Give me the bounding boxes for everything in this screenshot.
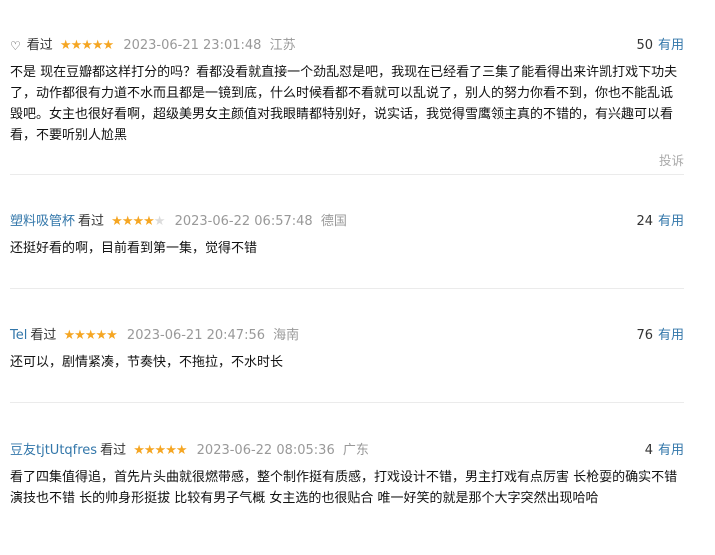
review-time: 2023-06-22 08:05:36 [196,443,335,458]
star-filled-icon: ★ [143,443,156,458]
star-filled-icon: ★ [106,328,118,343]
useful-button[interactable]: 有用 [658,214,684,229]
star-filled-icon: ★ [102,38,115,53]
star-filled-icon: ★ [81,38,93,53]
watch-status: 看过 [100,443,127,458]
rating-stars: ★★★★★ [111,214,166,229]
star-filled-icon: ★ [111,214,123,229]
star-filled-icon: ★ [121,214,134,229]
rating-stars: ★★★★★ [133,443,188,458]
vote-area: 24 有用 [636,210,684,234]
report-button[interactable]: 投诉 [659,153,684,168]
username-link[interactable]: 豆友tjtUtqfres [10,443,97,458]
review-location: 海南 [273,328,300,343]
review-item: 塑料吸管杯 看过 ★★★★★ 2023-06-22 06:57:48 德国 24 有… [10,210,684,289]
watch-status: 看过 [26,38,53,53]
review-meta: 豆友tjtUtqfres 看过 ★★★★★ 2023-06-22 08:05:36… [10,439,684,463]
star-filled-icon: ★ [133,443,145,458]
vote-count: 4 [644,443,653,458]
review-content: 看了四集值得追，首先片头曲就很燃带感，整个制作挺有质感，打戏设计不错，男主打戏有… [10,470,678,506]
report-row: 投诉 [10,148,684,172]
review-time: 2023-06-21 20:47:56 [126,328,265,343]
review-item: 豆友tjtUtqfres 看过 ★★★★★ 2023-06-22 08:05:36… [10,439,684,555]
username-link[interactable]: 塑料吸管杯 [10,214,75,229]
review-meta: 塑料吸管杯 看过 ★★★★★ 2023-06-22 06:57:48 德国 24 有… [10,210,684,234]
star-filled-icon: ★ [59,38,72,53]
star-filled-icon: ★ [91,38,104,53]
review-content: 还挺好看的啊，目前看到第一集，觉得不错 [10,241,258,256]
review-time: 2023-06-21 23:01:48 [123,38,262,53]
star-filled-icon: ★ [70,38,83,53]
heart-outline-icon: ♡ [10,39,21,53]
useful-button[interactable]: 有用 [658,328,684,343]
star-filled-icon: ★ [132,214,144,229]
star-filled-icon: ★ [63,328,76,343]
vote-area: 4 有用 [645,439,684,463]
review-item: ♡ 看过 ★★★★★ 2023-06-21 23:01:48 江苏 50 有用 不是… [10,34,684,175]
review-item: Tel 看过 ★★★★★ 2023-06-21 20:47:56 海南 76 有用 … [10,324,684,403]
star-empty-icon: ★ [153,214,166,229]
vote-count: 24 [636,214,653,229]
star-filled-icon: ★ [165,443,177,458]
review-time: 2023-06-22 06:57:48 [174,214,313,229]
useful-button[interactable]: 有用 [658,443,684,458]
star-filled-icon: ★ [154,443,167,458]
vote-area: 50 有用 [636,34,684,58]
rating-stars: ★★★★★ [63,328,118,343]
star-filled-icon: ★ [95,328,107,343]
rating-stars: ★★★★★ [59,38,115,53]
review-location: 江苏 [269,38,296,53]
review-content: 还可以，剧情紧凑，节奏快，不拖拉，不水时长 [10,355,284,370]
review-location: 德国 [320,214,347,229]
watch-status: 看过 [78,214,105,229]
vote-area: 76 有用 [636,324,684,348]
star-filled-icon: ★ [84,328,97,343]
star-filled-icon: ★ [175,443,188,458]
star-filled-icon: ★ [143,214,155,229]
review-meta: Tel 看过 ★★★★★ 2023-06-21 20:47:56 海南 76 有用 [10,324,684,348]
watch-status: 看过 [30,328,57,343]
useful-button[interactable]: 有用 [658,38,684,53]
vote-count: 76 [636,328,653,343]
review-meta: ♡ 看过 ★★★★★ 2023-06-21 23:01:48 江苏 50 有用 [10,34,684,58]
review-location: 广东 [342,443,369,458]
vote-count: 50 [636,38,653,53]
review-content: 不是 现在豆瓣都这样打分的吗？看都没看就直接一个劲乱怼是吧，我现在已经看了三集了… [10,65,678,143]
username-link[interactable]: Tel [10,328,27,343]
star-filled-icon: ★ [74,328,86,343]
